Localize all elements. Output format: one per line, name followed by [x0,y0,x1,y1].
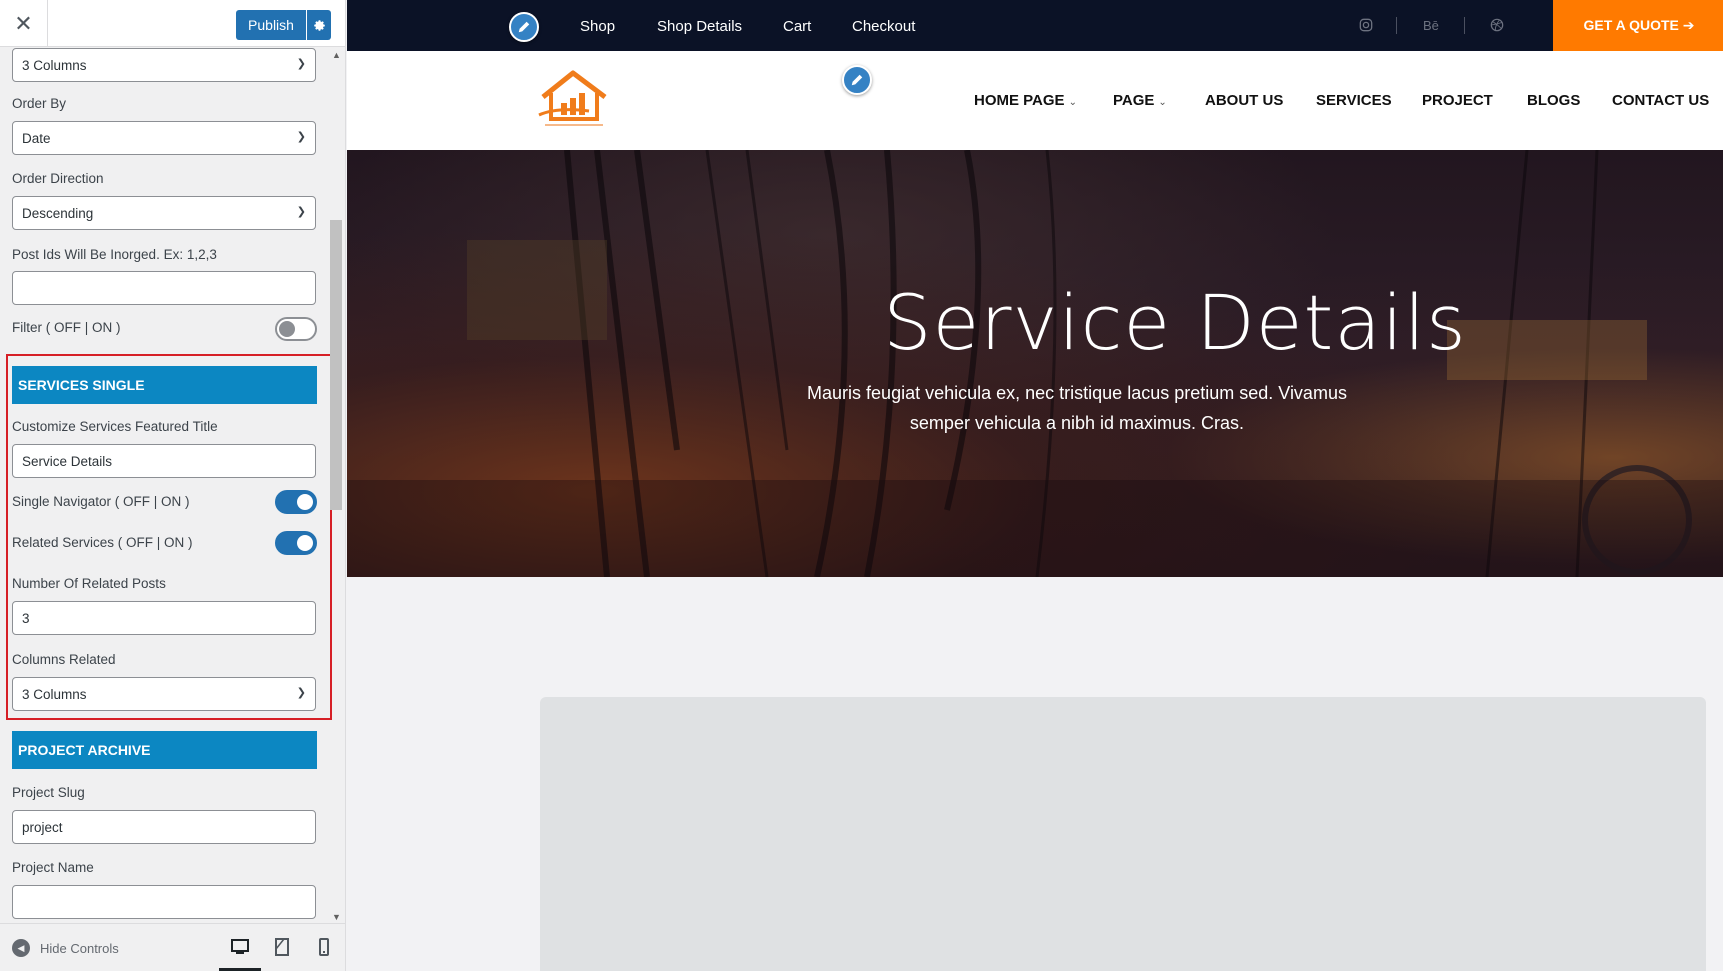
top-bar: Shop Shop Details Cart Checkout Bē GET A… [347,0,1723,51]
nav-contact-us[interactable]: CONTACT US [1612,92,1709,109]
select-value: 3 Columns [22,57,87,73]
sidebar-scrollbar[interactable] [330,220,342,510]
publish-button[interactable]: Publish [236,10,306,40]
nav-about-us[interactable]: ABOUT US [1205,92,1283,109]
chevron-down-icon: ⌄ [1068,97,1077,108]
sidebar-footer: ◀ Hide Controls [0,923,345,971]
close-icon: ✕ [14,10,33,36]
content-placeholder [540,697,1706,971]
toggle-knob [279,321,295,337]
order-direction-select[interactable]: Descending ❯ [12,196,316,230]
tablet-icon[interactable] [272,937,292,957]
edit-shortcut-icon[interactable] [509,12,539,42]
topbar-link-cart[interactable]: Cart [783,18,811,35]
order-by-select[interactable]: Date ❯ [12,121,316,155]
chevron-down-icon: ❯ [296,206,306,218]
order-by-label: Order By [12,96,67,111]
filter-label: Filter ( OFF | ON ) [12,320,121,335]
sidebar-header: ✕ Publish [0,0,345,47]
scroll-down-arrow-icon[interactable]: ▼ [332,912,341,922]
nav-page[interactable]: PAGE ⌄ [1113,92,1167,109]
nav-label: PAGE [1113,92,1155,109]
project-name-label: Project Name [12,860,94,875]
dribbble-icon[interactable] [1490,18,1504,32]
project-name-input[interactable] [12,885,316,919]
site-logo[interactable] [537,67,611,129]
social-divider [1464,17,1465,34]
hero-banner: Service Details Mauris feugiat vehicula … [347,150,1723,577]
publish-settings-button[interactable] [307,10,331,40]
hide-controls-button[interactable]: ◀ Hide Controls [12,939,119,957]
hero-title: Service Details [883,278,1467,367]
desktop-icon[interactable] [230,937,250,957]
project-slug-input[interactable]: project [12,810,316,844]
filter-toggle[interactable] [275,317,317,341]
gear-icon [313,19,325,31]
site-preview: Shop Shop Details Cart Checkout Bē GET A… [347,0,1723,971]
order-direction-label: Order Direction [12,171,104,186]
hero-subtitle: Mauris feugiat vehicula ex, nec tristiqu… [807,383,1347,433]
publish-group: Publish [236,10,331,40]
nav-label: HOME PAGE [974,92,1065,109]
post-ids-input[interactable] [12,271,316,305]
collapse-arrow-icon: ◀ [12,939,30,957]
chevron-down-icon: ❯ [296,131,306,143]
main-navigation: HOME PAGE ⌄ PAGE ⌄ ABOUT US SERVICES PROJE… [347,51,1723,150]
customizer-sidebar: ✕ Publish 3 Columns ❯ Order By Date ❯ Orde… [0,0,346,971]
topbar-link-shop[interactable]: Shop [580,18,615,35]
project-slug-label: Project Slug [12,785,85,800]
project-archive-heading[interactable]: PROJECT ARCHIVE [12,731,317,769]
behance-icon[interactable]: Bē [1423,18,1439,33]
get-a-quote-button[interactable]: GET A QUOTE ➔ [1553,0,1723,51]
highlight-frame [6,354,332,720]
hide-controls-label: Hide Controls [40,940,119,956]
topbar-link-checkout[interactable]: Checkout [852,18,915,35]
columns-select-top[interactable]: 3 Columns ❯ [12,48,316,82]
nav-blogs[interactable]: BLOGS [1527,92,1580,109]
topbar-link-shop-details[interactable]: Shop Details [657,18,742,35]
mobile-icon[interactable] [314,937,334,957]
nav-services[interactable]: SERVICES [1316,92,1392,109]
social-divider [1396,17,1397,34]
edit-shortcut-icon[interactable] [842,65,872,95]
nav-home-page[interactable]: HOME PAGE ⌄ [974,92,1077,109]
close-button[interactable]: ✕ [0,0,48,47]
chevron-down-icon: ⌄ [1158,97,1167,108]
post-ids-label: Post Ids Will Be Inorged. Ex: 1,2,3 [12,247,217,262]
chevron-down-icon: ❯ [296,58,306,70]
select-value: Descending [22,205,94,221]
nav-project[interactable]: PROJECT [1422,92,1493,109]
scroll-up-arrow-icon[interactable]: ▲ [332,50,341,60]
instagram-icon[interactable] [1359,18,1373,32]
select-value: Date [22,130,51,146]
